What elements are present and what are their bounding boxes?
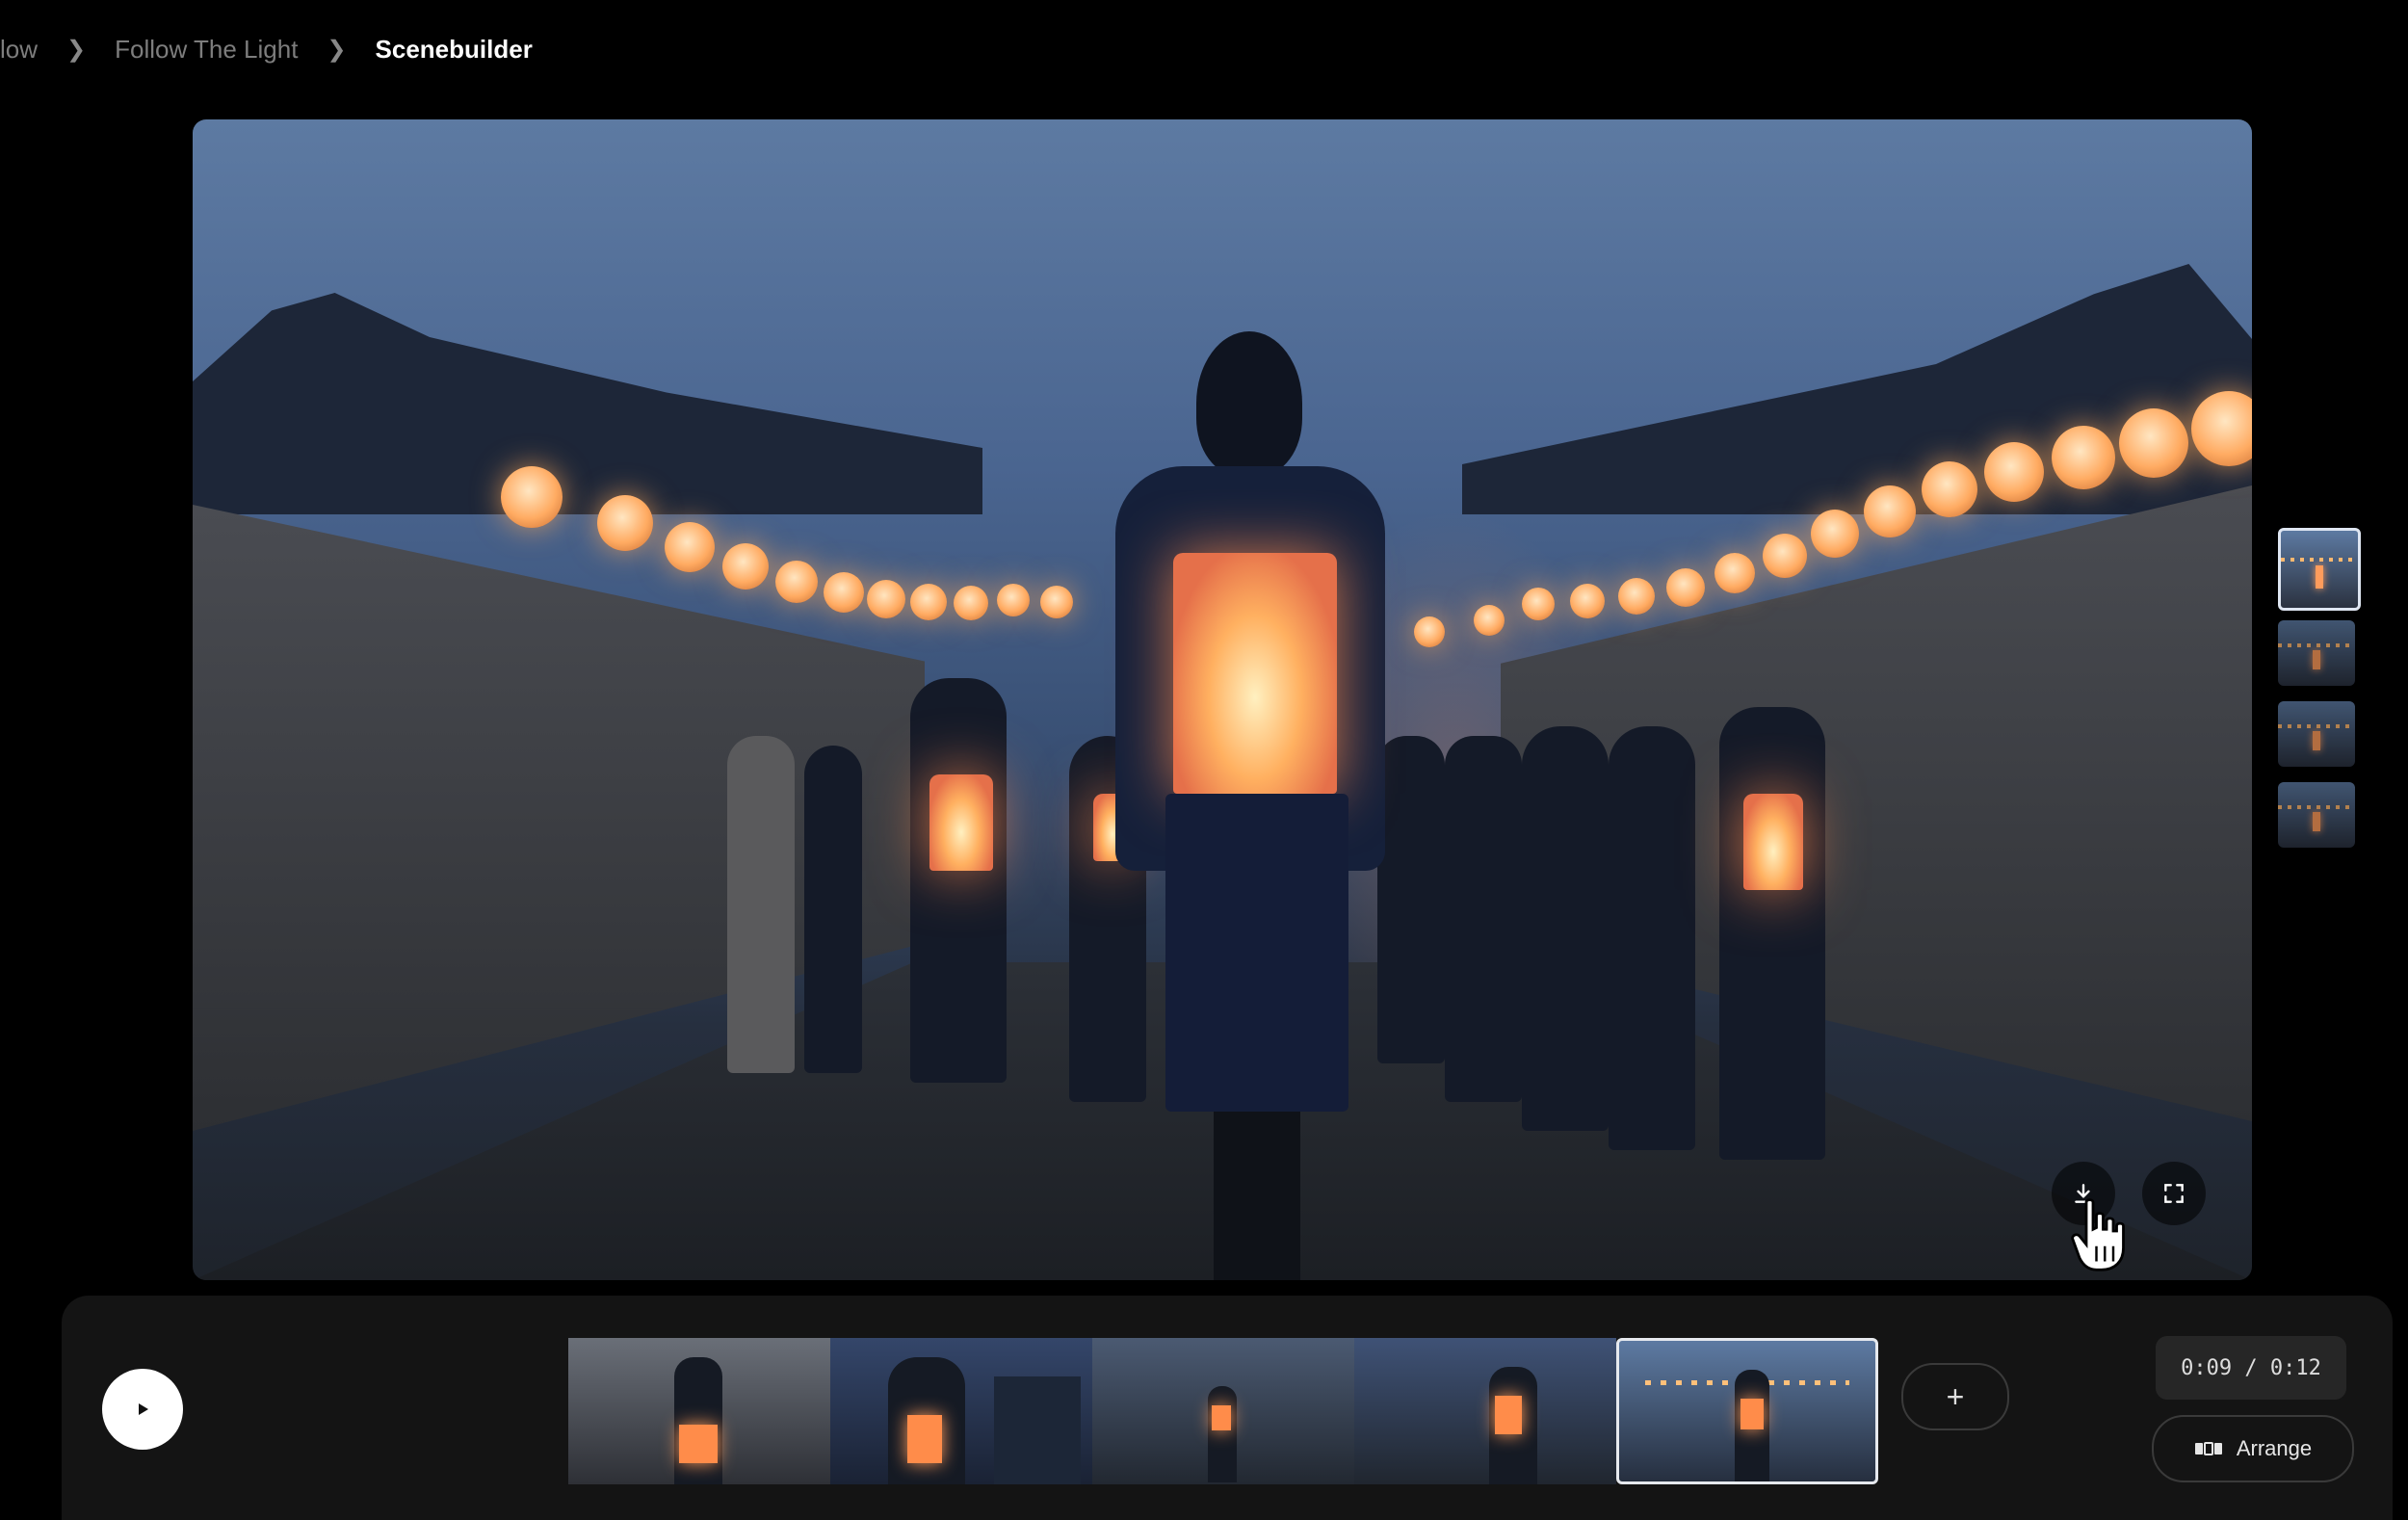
breadcrumb-item-project[interactable]: Follow The Light <box>115 35 298 65</box>
thumbnail-glow <box>2313 811 2320 831</box>
play-button[interactable] <box>102 1369 183 1450</box>
variant-thumbnail[interactable] <box>2278 782 2355 848</box>
main-lantern-glow <box>1173 553 1337 794</box>
person <box>910 678 1007 1083</box>
lantern <box>1666 568 1705 607</box>
variant-thumbnail[interactable] <box>2278 528 2361 611</box>
lantern <box>1414 616 1445 647</box>
lantern <box>722 543 769 590</box>
thumbnail-glow <box>2313 649 2320 669</box>
timeline-panel: + 0:09 / 0:12 Arrange <box>62 1296 2393 1520</box>
variant-thumbnails <box>2278 528 2361 863</box>
thumbnail-lights <box>2278 804 2355 809</box>
person <box>1377 736 1445 1063</box>
lantern <box>1040 586 1073 618</box>
clip-car-door <box>994 1376 1081 1484</box>
lantern <box>1474 605 1505 636</box>
lantern <box>824 572 864 613</box>
roof-left <box>193 293 982 514</box>
thumbnail-lights <box>2281 558 2358 562</box>
hand-cursor-icon <box>2071 1198 2125 1271</box>
person <box>1522 726 1609 1131</box>
lantern <box>1618 578 1655 615</box>
timeline-clip[interactable] <box>830 1338 1092 1484</box>
fullscreen-button[interactable] <box>2142 1162 2206 1225</box>
lantern <box>1522 588 1555 620</box>
lantern <box>1763 534 1807 578</box>
breadcrumb: low ❯ Follow The Light ❯ Scenebuilder <box>0 29 533 69</box>
thumbnail-glow <box>2313 730 2320 750</box>
timeline-clip[interactable] <box>1092 1338 1354 1484</box>
timeline-clip[interactable] <box>1354 1338 1616 1484</box>
video-preview[interactable] <box>193 119 2252 1280</box>
lantern <box>867 580 905 618</box>
lantern-costume-glow <box>929 774 993 871</box>
lantern <box>1714 553 1755 593</box>
main-figure-legs <box>1214 1112 1300 1280</box>
clip-lamp <box>1495 1396 1522 1434</box>
clip-figure <box>674 1357 722 1484</box>
lantern <box>997 584 1030 616</box>
chevron-right-icon: ❯ <box>327 36 347 63</box>
arrange-label: Arrange <box>2236 1436 2313 1460</box>
lantern <box>2119 408 2188 478</box>
clip-strip <box>568 1338 1878 1484</box>
timeline-clip[interactable] <box>568 1338 830 1484</box>
lantern <box>1922 461 1977 517</box>
timecode: 0:09 / 0:12 <box>2156 1336 2346 1400</box>
thumbnail-glow <box>2316 565 2323 589</box>
lantern <box>910 584 947 620</box>
variant-thumbnail[interactable] <box>2278 620 2355 686</box>
lantern <box>1811 510 1859 558</box>
lantern-costume-glow <box>1743 794 1803 890</box>
timeline-clip-selected[interactable] <box>1616 1338 1878 1484</box>
arrange-icon <box>2194 1442 2222 1455</box>
lantern <box>1984 442 2044 502</box>
person <box>1445 736 1522 1102</box>
person <box>1609 726 1695 1150</box>
lantern <box>1570 584 1605 618</box>
thumbnail-lights <box>2278 723 2355 728</box>
breadcrumb-item-flow[interactable]: low <box>0 35 38 65</box>
main-figure-skirt <box>1165 794 1348 1112</box>
clip-lamp <box>1212 1405 1231 1430</box>
lantern <box>665 522 715 572</box>
chevron-right-icon: ❯ <box>66 36 87 63</box>
clip-lamp <box>679 1425 718 1463</box>
lantern <box>1864 485 1916 537</box>
breadcrumb-item-current: Scenebuilder <box>375 34 533 64</box>
person <box>727 736 795 1073</box>
roof-right <box>1462 264 2252 514</box>
variant-thumbnail[interactable] <box>2278 701 2355 767</box>
main-figure-head <box>1196 331 1302 476</box>
add-clip-button[interactable]: + <box>1901 1363 2009 1430</box>
play-icon <box>139 1403 148 1415</box>
clip-lamp <box>907 1415 942 1463</box>
clip-figure <box>1208 1386 1237 1482</box>
person <box>1719 707 1825 1160</box>
lantern <box>954 586 988 620</box>
lantern <box>2052 426 2115 489</box>
lantern <box>597 495 653 551</box>
thumbnail-lights <box>2278 642 2355 647</box>
person <box>804 746 862 1073</box>
lantern <box>775 561 818 603</box>
fullscreen-icon <box>2164 1184 2184 1203</box>
arrange-button[interactable]: Arrange <box>2152 1415 2354 1482</box>
lantern <box>501 466 563 528</box>
clip-lamp <box>1741 1399 1764 1429</box>
